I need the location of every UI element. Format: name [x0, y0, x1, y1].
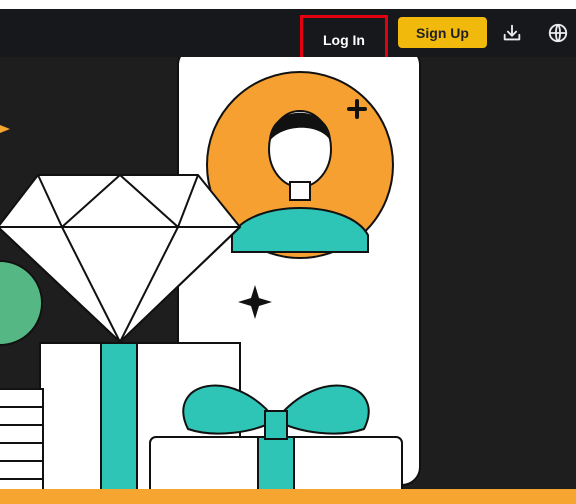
- language-button[interactable]: [542, 17, 574, 49]
- signup-button[interactable]: Sign Up: [398, 17, 487, 48]
- globe-icon: [547, 22, 569, 44]
- bottom-orange-strip: [0, 489, 576, 504]
- left-orange-shape: [0, 125, 10, 133]
- hero-illustration: [0, 46, 421, 504]
- page: Log In Sign Up: [0, 0, 576, 504]
- login-label: Log In: [323, 32, 365, 48]
- signup-label: Sign Up: [416, 24, 469, 41]
- download-icon: [501, 22, 523, 44]
- download-button[interactable]: [496, 17, 528, 49]
- coin-illustration: [0, 260, 43, 346]
- top-navigation-bar: [0, 9, 576, 57]
- hero-illustration-section: [0, 46, 576, 504]
